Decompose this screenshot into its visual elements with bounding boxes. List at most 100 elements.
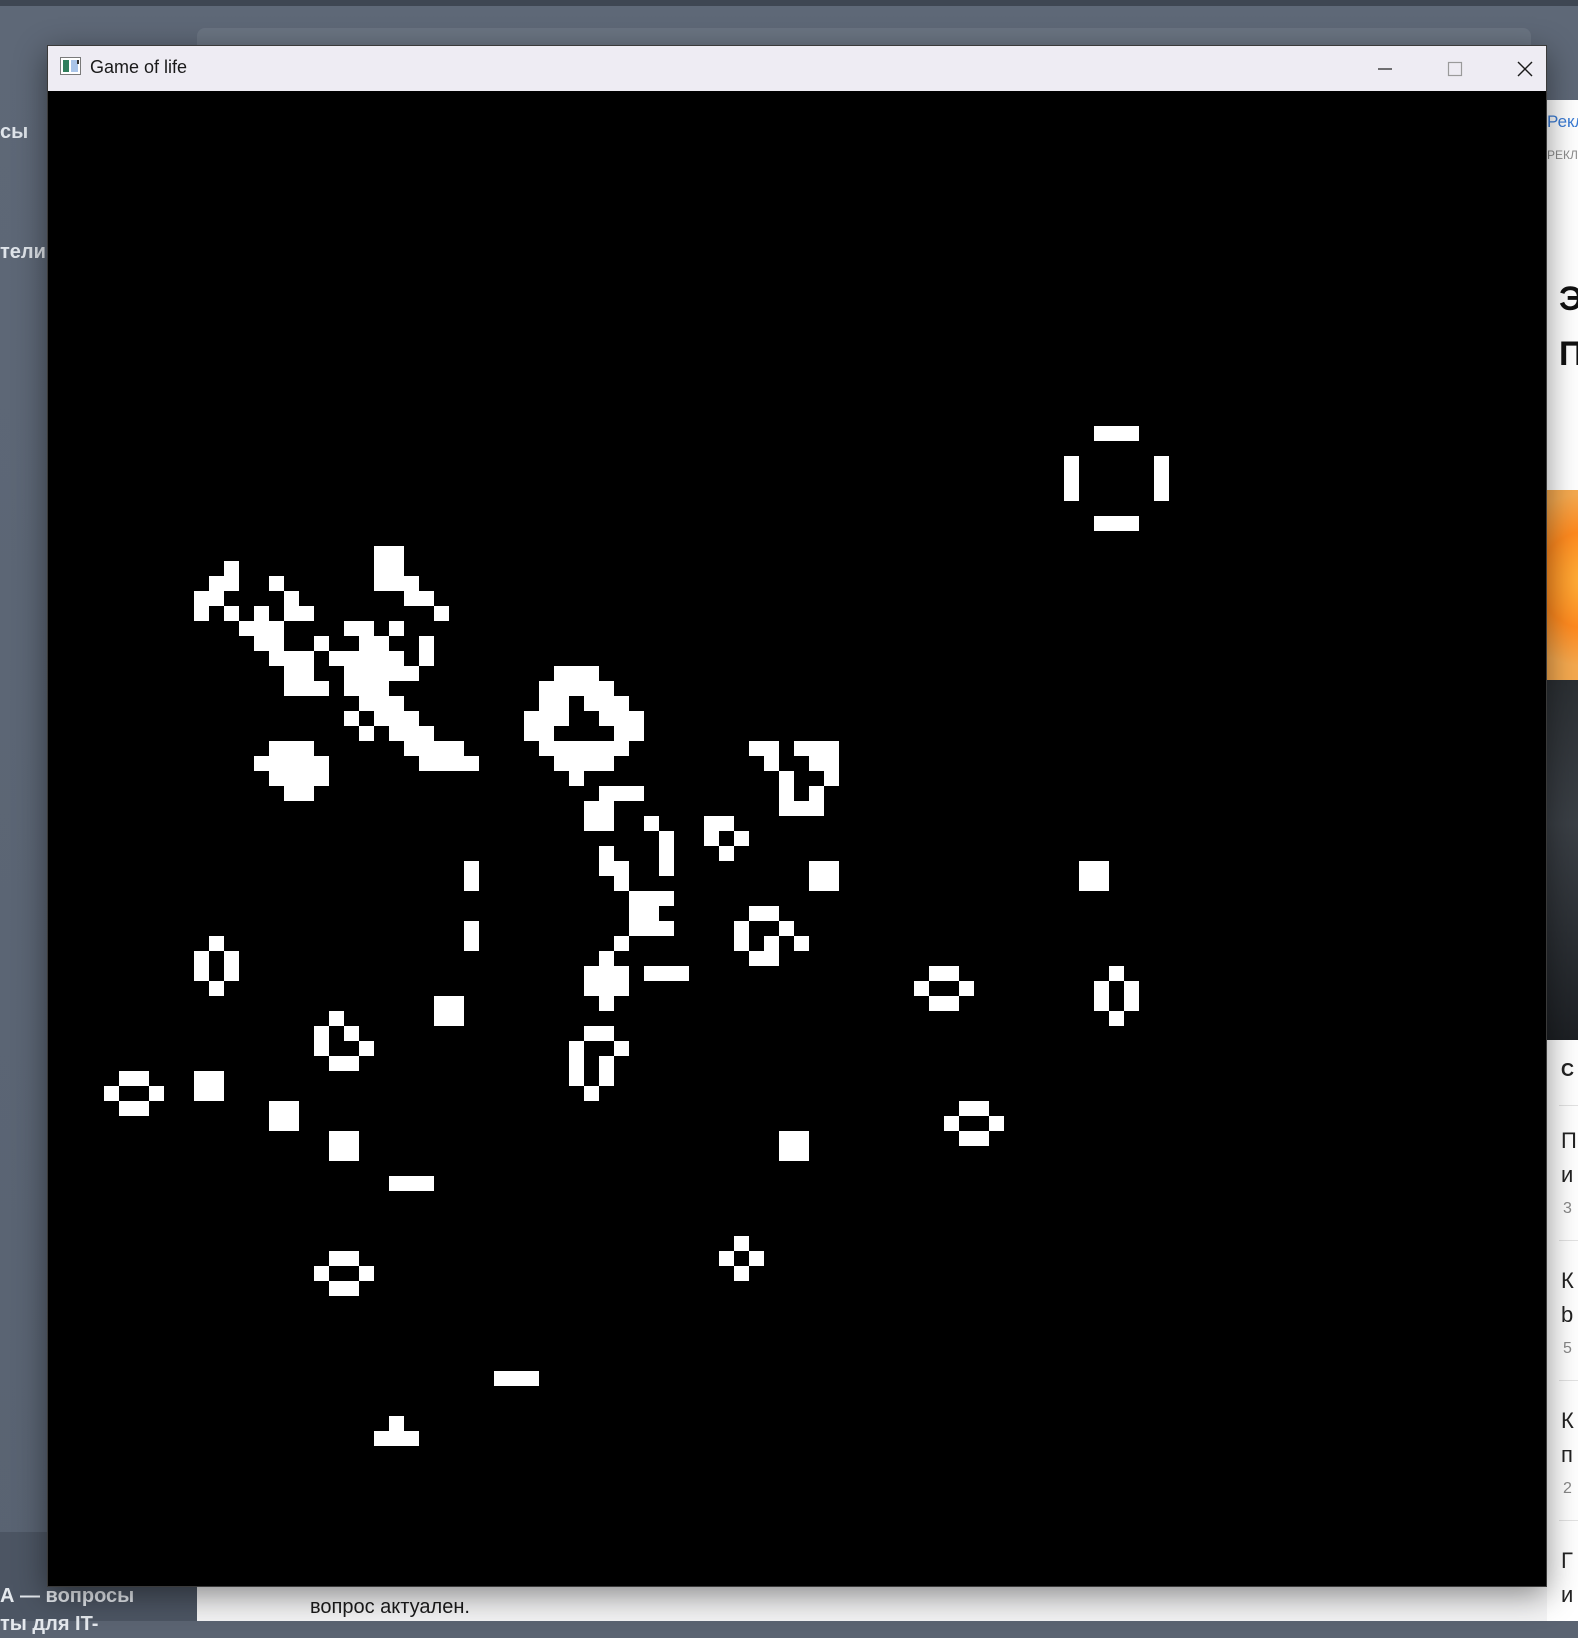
live-cell[interactable] xyxy=(284,771,299,786)
live-cell[interactable] xyxy=(374,1431,389,1446)
live-cell[interactable] xyxy=(704,831,719,846)
live-cell[interactable] xyxy=(404,711,419,726)
live-cell[interactable] xyxy=(929,996,944,1011)
live-cell[interactable] xyxy=(614,966,629,981)
live-cell[interactable] xyxy=(344,666,359,681)
live-cell[interactable] xyxy=(329,651,344,666)
live-cell[interactable] xyxy=(359,666,374,681)
live-cell[interactable] xyxy=(1109,966,1124,981)
live-cell[interactable] xyxy=(644,906,659,921)
live-cell[interactable] xyxy=(374,696,389,711)
live-cell[interactable] xyxy=(1094,426,1109,441)
live-cell[interactable] xyxy=(584,1086,599,1101)
live-cell[interactable] xyxy=(419,741,434,756)
live-cell[interactable] xyxy=(614,861,629,876)
live-cell[interactable] xyxy=(1064,486,1079,501)
live-cell[interactable] xyxy=(779,771,794,786)
live-cell[interactable] xyxy=(314,636,329,651)
live-cell[interactable] xyxy=(749,906,764,921)
live-cell[interactable] xyxy=(269,576,284,591)
live-cell[interactable] xyxy=(629,921,644,936)
live-cell[interactable] xyxy=(809,786,824,801)
live-cell[interactable] xyxy=(584,1026,599,1041)
live-cell[interactable] xyxy=(584,801,599,816)
live-cell[interactable] xyxy=(284,1116,299,1131)
live-cell[interactable] xyxy=(404,591,419,606)
live-cell[interactable] xyxy=(239,621,254,636)
live-cell[interactable] xyxy=(974,1101,989,1116)
live-cell[interactable] xyxy=(134,1101,149,1116)
live-cell[interactable] xyxy=(254,756,269,771)
live-cell[interactable] xyxy=(389,576,404,591)
live-cell[interactable] xyxy=(584,816,599,831)
live-cell[interactable] xyxy=(299,741,314,756)
live-cell[interactable] xyxy=(719,846,734,861)
live-cell[interactable] xyxy=(299,771,314,786)
live-cell[interactable] xyxy=(629,711,644,726)
live-cell[interactable] xyxy=(1079,876,1094,891)
live-cell[interactable] xyxy=(404,741,419,756)
live-cell[interactable] xyxy=(314,1266,329,1281)
live-cell[interactable] xyxy=(599,681,614,696)
live-cell[interactable] xyxy=(374,651,389,666)
live-cell[interactable] xyxy=(404,726,419,741)
live-cell[interactable] xyxy=(149,1086,164,1101)
live-cell[interactable] xyxy=(1154,486,1169,501)
live-cell[interactable] xyxy=(269,651,284,666)
live-cell[interactable] xyxy=(449,1011,464,1026)
live-cell[interactable] xyxy=(299,666,314,681)
live-cell[interactable] xyxy=(299,651,314,666)
live-cell[interactable] xyxy=(809,741,824,756)
live-cell[interactable] xyxy=(779,801,794,816)
live-cell[interactable] xyxy=(719,816,734,831)
game-board[interactable] xyxy=(48,91,1546,1586)
live-cell[interactable] xyxy=(374,576,389,591)
live-cell[interactable] xyxy=(599,801,614,816)
live-cell[interactable] xyxy=(389,1176,404,1191)
live-cell[interactable] xyxy=(764,906,779,921)
live-cell[interactable] xyxy=(269,621,284,636)
live-cell[interactable] xyxy=(419,651,434,666)
live-cell[interactable] xyxy=(209,576,224,591)
live-cell[interactable] xyxy=(599,696,614,711)
live-cell[interactable] xyxy=(389,1416,404,1431)
live-cell[interactable] xyxy=(254,636,269,651)
live-cell[interactable] xyxy=(419,726,434,741)
live-cell[interactable] xyxy=(1109,426,1124,441)
live-cell[interactable] xyxy=(344,651,359,666)
live-cell[interactable] xyxy=(974,1131,989,1146)
live-cell[interactable] xyxy=(599,786,614,801)
live-cell[interactable] xyxy=(344,1056,359,1071)
live-cell[interactable] xyxy=(539,726,554,741)
live-cell[interactable] xyxy=(359,681,374,696)
live-cell[interactable] xyxy=(659,891,674,906)
live-cell[interactable] xyxy=(584,756,599,771)
live-cell[interactable] xyxy=(359,636,374,651)
live-cell[interactable] xyxy=(374,681,389,696)
live-cell[interactable] xyxy=(434,996,449,1011)
live-cell[interactable] xyxy=(119,1101,134,1116)
live-cell[interactable] xyxy=(419,636,434,651)
live-cell[interactable] xyxy=(959,1101,974,1116)
live-cell[interactable] xyxy=(614,696,629,711)
live-cell[interactable] xyxy=(464,936,479,951)
live-cell[interactable] xyxy=(584,966,599,981)
live-cell[interactable] xyxy=(404,666,419,681)
live-cell[interactable] xyxy=(989,1116,1004,1131)
live-cell[interactable] xyxy=(539,711,554,726)
live-cell[interactable] xyxy=(269,771,284,786)
live-cell[interactable] xyxy=(209,981,224,996)
live-cell[interactable] xyxy=(659,831,674,846)
live-cell[interactable] xyxy=(404,576,419,591)
live-cell[interactable] xyxy=(764,741,779,756)
live-cell[interactable] xyxy=(224,966,239,981)
live-cell[interactable] xyxy=(719,1251,734,1266)
live-cell[interactable] xyxy=(134,1071,149,1086)
live-cell[interactable] xyxy=(374,561,389,576)
live-cell[interactable] xyxy=(554,696,569,711)
live-cell[interactable] xyxy=(614,876,629,891)
live-cell[interactable] xyxy=(584,981,599,996)
live-cell[interactable] xyxy=(599,861,614,876)
live-cell[interactable] xyxy=(1154,471,1169,486)
live-cell[interactable] xyxy=(344,711,359,726)
